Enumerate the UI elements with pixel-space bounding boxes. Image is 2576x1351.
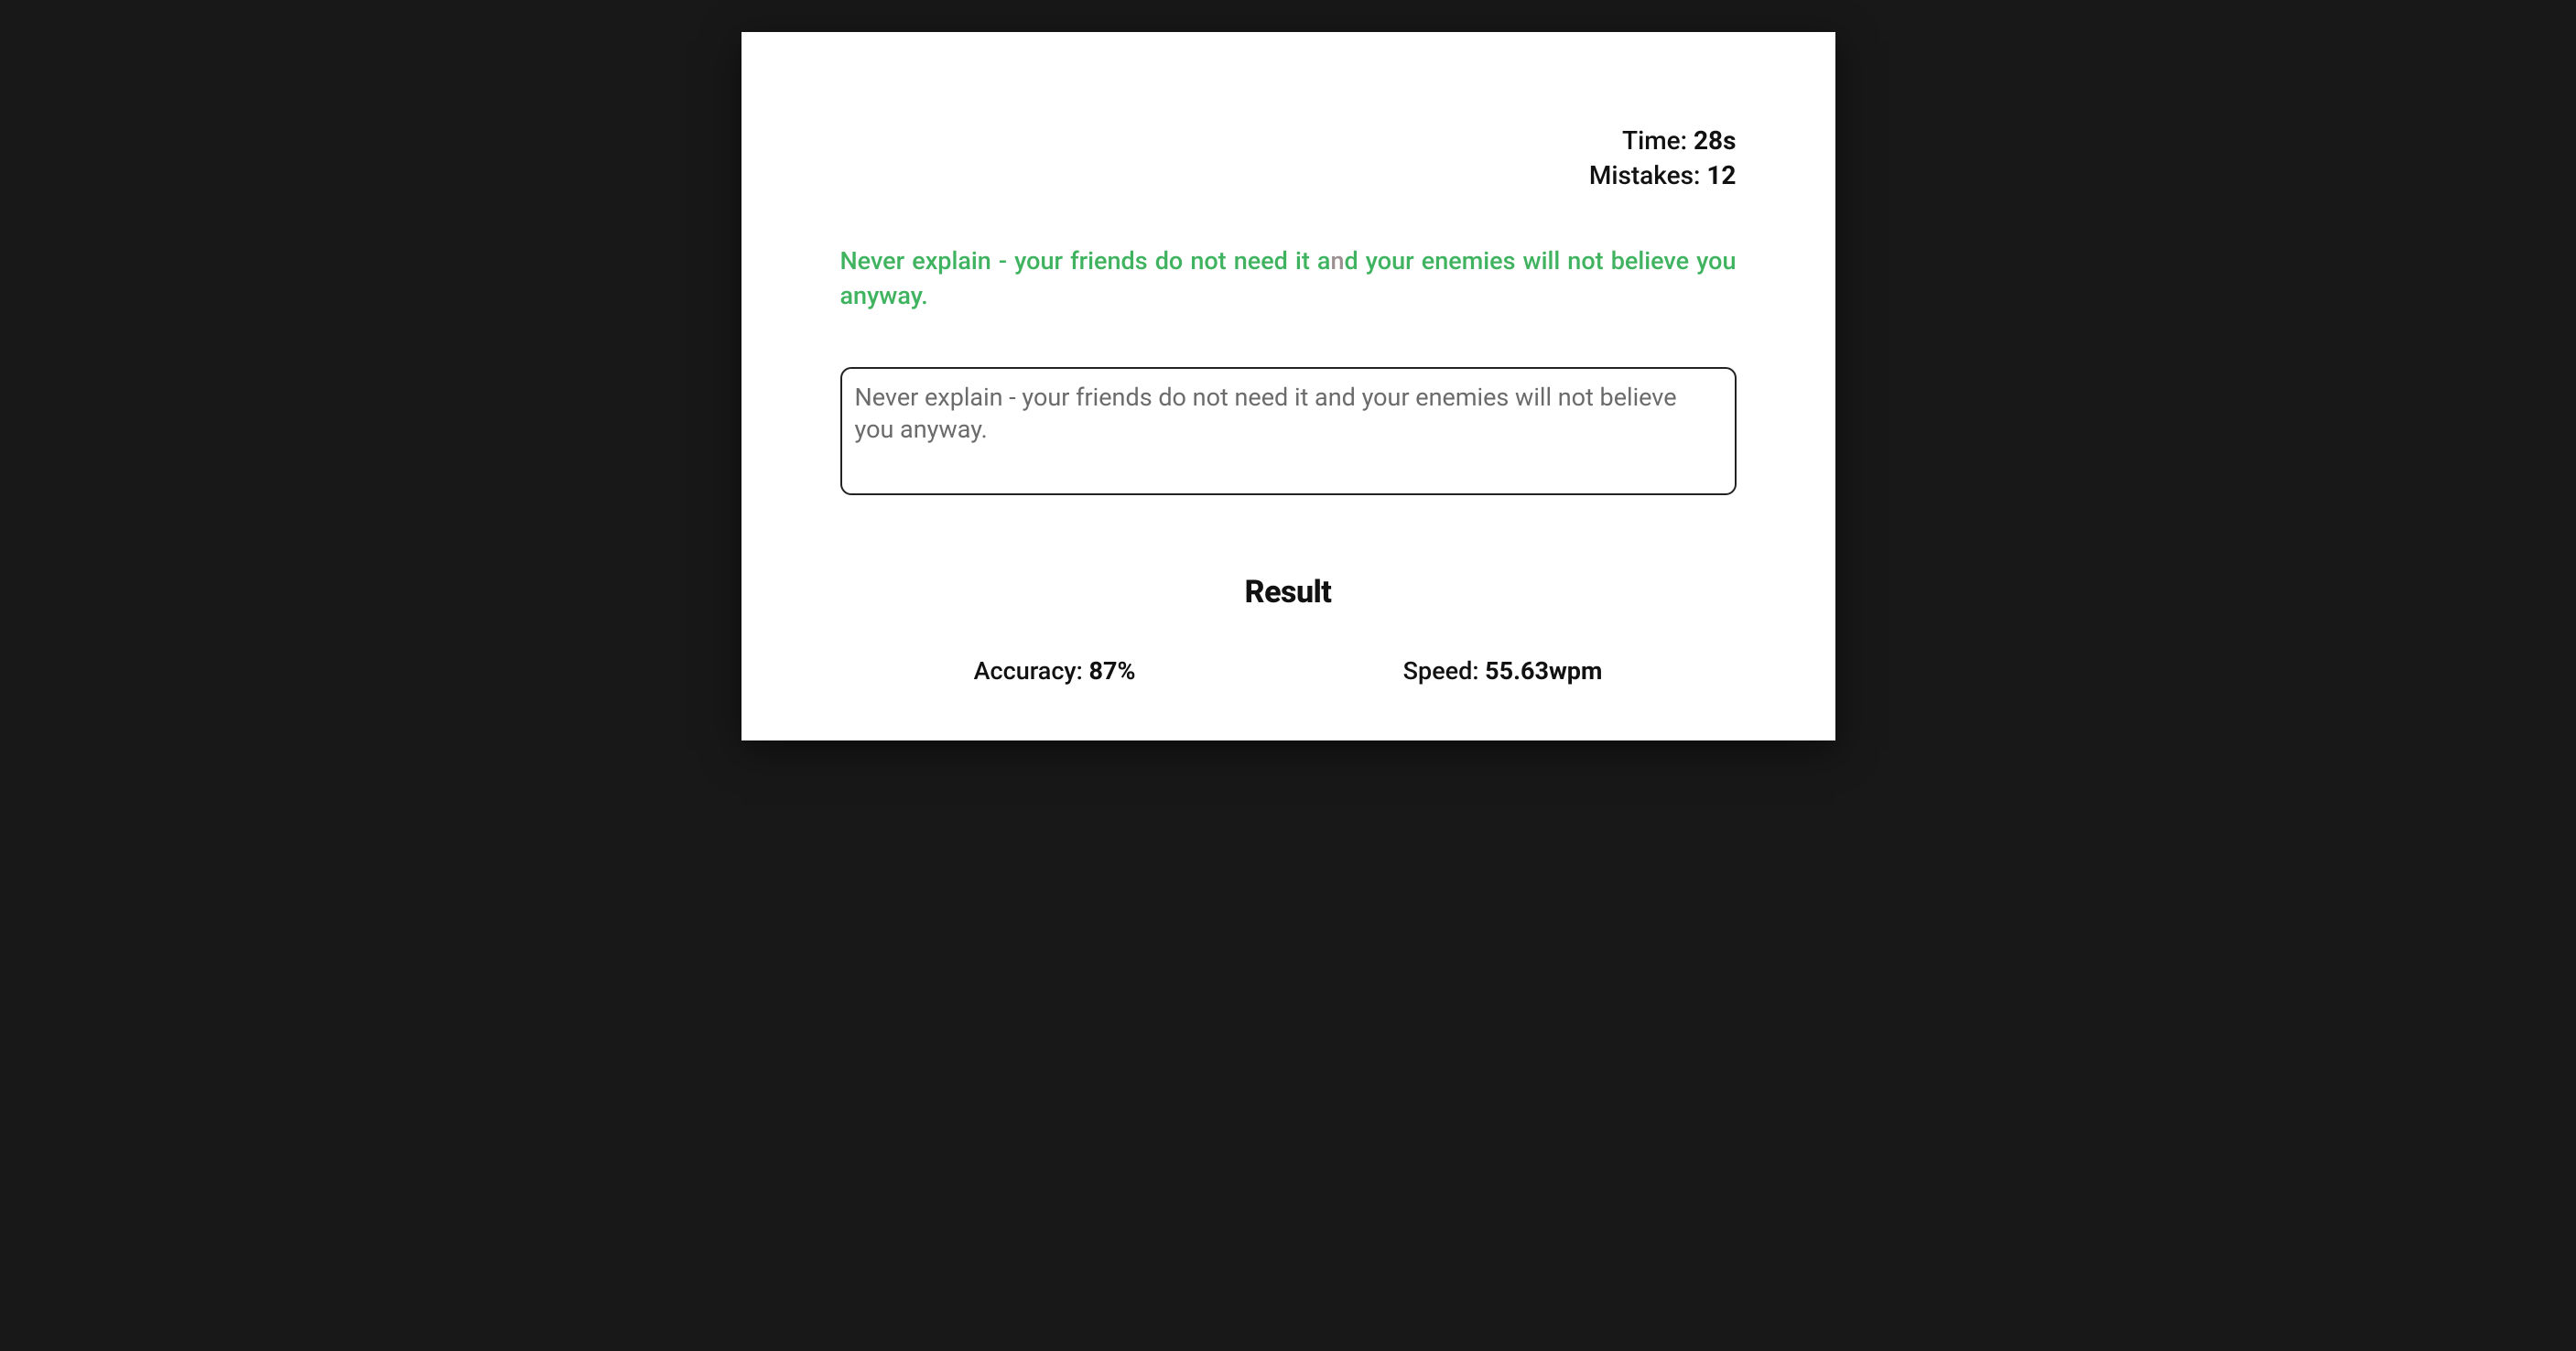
top-stats: Time: 28s Mistakes: 12	[1589, 124, 1737, 193]
mistakes-value: 12	[1706, 160, 1736, 190]
speed-value: 55.63wpm	[1485, 656, 1602, 686]
prompt-segment-1: Never explain - your friends do not need…	[840, 246, 1331, 276]
mistakes-label: Mistakes:	[1589, 160, 1707, 190]
accuracy-label: Accuracy:	[974, 656, 1089, 686]
speed-label: Speed:	[1403, 656, 1486, 686]
time-label: Time:	[1622, 125, 1694, 156]
result-row: Accuracy: 87% Speed: 55.63wpm	[840, 656, 1737, 686]
result-heading: Result	[840, 574, 1737, 611]
accuracy-stat: Accuracy: 87%	[974, 656, 1136, 686]
time-value: 28s	[1694, 125, 1737, 156]
time-stat: Time: 28s	[1589, 124, 1737, 158]
prompt-text: Never explain - your friends do not need…	[840, 244, 1737, 314]
prompt-mistake-char: n	[1330, 246, 1344, 276]
typing-test-card: Time: 28s Mistakes: 12 Never explain - y…	[741, 32, 1835, 740]
mistakes-stat: Mistakes: 12	[1589, 158, 1737, 193]
accuracy-value: 87%	[1088, 656, 1135, 686]
speed-stat: Speed: 55.63wpm	[1403, 656, 1603, 686]
typing-input[interactable]	[840, 367, 1737, 495]
